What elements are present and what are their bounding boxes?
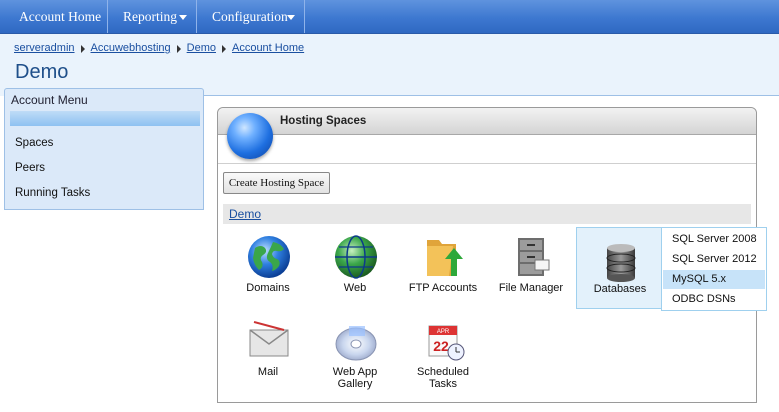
- nav-reporting[interactable]: Reporting: [108, 0, 197, 33]
- envelope-icon: [249, 321, 289, 357]
- globe-icon: [227, 113, 273, 159]
- account-menu-item-spaces[interactable]: Spaces: [15, 137, 53, 149]
- tile-label: Web App Gallery: [310, 366, 400, 390]
- breadcrumb-arrow-icon: [176, 45, 181, 53]
- panel-title: Hosting Spaces: [280, 115, 367, 127]
- page-title: Demo: [15, 61, 69, 83]
- databases-dropdown: SQL Server 2008 SQL Server 2012 MySQL 5.…: [661, 227, 767, 311]
- tile-databases[interactable]: Databases: [575, 240, 665, 300]
- tile-scheduled-tasks[interactable]: APR 22 Scheduled Tasks: [398, 318, 488, 390]
- nav-account-home-label: Account Home: [19, 9, 102, 24]
- globe-icon: [248, 236, 290, 278]
- web-globe-icon: [335, 235, 377, 279]
- tile-label-text: Scheduled Tasks: [417, 366, 469, 390]
- tile-mail[interactable]: Mail: [223, 318, 313, 378]
- file-cabinet-icon: [518, 238, 550, 276]
- calendar-day: 22: [433, 338, 449, 354]
- tile-ftp-accounts[interactable]: FTP Accounts: [398, 234, 488, 294]
- nav-reporting-label: Reporting: [123, 9, 177, 24]
- breadcrumb-demo[interactable]: Demo: [187, 42, 216, 54]
- account-menu-bar: [10, 111, 200, 126]
- space-link-demo[interactable]: Demo: [229, 207, 261, 221]
- divider: [218, 163, 756, 164]
- tile-label: Web: [343, 282, 367, 294]
- tile-label: Databases: [593, 283, 647, 295]
- db-option-sql-server-2008[interactable]: SQL Server 2008: [663, 230, 765, 249]
- breadcrumb-accuwebhosting[interactable]: Accuwebhosting: [91, 42, 171, 54]
- tile-label: FTP Accounts: [408, 282, 478, 294]
- top-nav: Account Home Reporting Configuration: [0, 0, 779, 34]
- db-option-mysql-5x[interactable]: MySQL 5.x: [663, 270, 765, 289]
- breadcrumb-serveradmin[interactable]: serveradmin: [14, 42, 75, 54]
- nav-account-home[interactable]: Account Home: [0, 0, 108, 33]
- account-menu-title: Account Menu: [11, 93, 88, 107]
- divider: [204, 95, 779, 96]
- calendar-month: APR: [437, 329, 450, 335]
- folder-upload-icon: [427, 240, 463, 276]
- nav-configuration[interactable]: Configuration: [197, 0, 305, 33]
- tile-label: Domains: [246, 282, 290, 294]
- calendar-clock-icon: APR 22: [428, 325, 465, 361]
- nav-configuration-label: Configuration: [212, 9, 288, 24]
- account-menu-item-running-tasks[interactable]: Running Tasks: [15, 187, 90, 199]
- db-option-odbc-dsns[interactable]: ODBC DSNs: [663, 290, 765, 309]
- tile-label: Mail: [257, 366, 279, 378]
- tile-web-app-gallery[interactable]: Web App Gallery: [310, 318, 400, 390]
- account-menu: Account Menu Spaces Peers Running Tasks: [4, 88, 204, 210]
- create-hosting-space-button[interactable]: Create Hosting Space: [223, 172, 330, 194]
- breadcrumb: serveradmin Accuwebhosting Demo Account Hom…: [14, 42, 304, 54]
- tile-web[interactable]: Web: [310, 234, 400, 294]
- breadcrumb-account-home[interactable]: Account Home: [232, 42, 304, 54]
- tile-label-text: Web App Gallery: [332, 366, 378, 390]
- chevron-down-icon: [179, 15, 187, 20]
- tile-label: Scheduled Tasks: [398, 366, 488, 390]
- breadcrumb-arrow-icon: [80, 45, 85, 53]
- db-option-sql-server-2012[interactable]: SQL Server 2012: [663, 250, 765, 269]
- breadcrumb-arrow-icon: [221, 45, 226, 53]
- tile-file-manager[interactable]: File Manager: [486, 234, 576, 294]
- tile-label: File Manager: [498, 282, 564, 294]
- panel-header: Hosting Spaces: [218, 108, 756, 135]
- cd-icon: [335, 326, 377, 361]
- chevron-down-icon: [287, 15, 295, 20]
- database-icon: [606, 244, 636, 282]
- account-menu-item-peers[interactable]: Peers: [15, 162, 45, 174]
- space-header-bar: Demo: [223, 204, 751, 224]
- tile-domains[interactable]: Domains: [223, 234, 313, 294]
